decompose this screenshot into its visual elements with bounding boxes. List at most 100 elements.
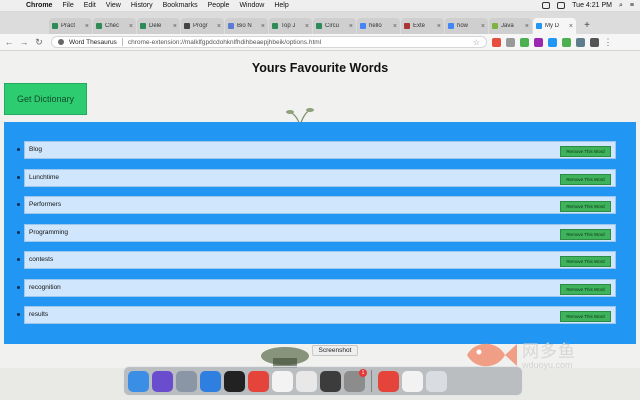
tab-close-icon[interactable]: × bbox=[437, 23, 441, 30]
menu-app-name[interactable]: Chrome bbox=[26, 2, 52, 9]
browser-tab[interactable]: hello × bbox=[357, 18, 400, 34]
extension-icon-2[interactable] bbox=[506, 37, 515, 47]
remove-word-button[interactable]: Remove This Word bbox=[560, 146, 611, 157]
menu-window[interactable]: Window bbox=[239, 2, 264, 9]
sublime-icon[interactable] bbox=[320, 370, 341, 392]
remove-word-button[interactable]: Remove This Word bbox=[560, 283, 611, 295]
tab-favicon-icon bbox=[448, 23, 454, 29]
menu-bookmarks[interactable]: Bookmarks bbox=[163, 2, 198, 9]
tab-title: My D bbox=[545, 23, 559, 29]
notification-badge: 1 bbox=[359, 368, 367, 377]
tab-close-icon[interactable]: × bbox=[525, 23, 529, 30]
site-info-icon[interactable] bbox=[58, 39, 64, 45]
tab-title: Exte bbox=[413, 23, 426, 29]
tab-close-icon[interactable]: × bbox=[217, 23, 221, 30]
tab-title: Chec bbox=[105, 23, 120, 29]
browser-tab[interactable]: My D × bbox=[533, 18, 576, 34]
more-menu-icon[interactable]: ⋮ bbox=[602, 37, 614, 48]
browser-tab[interactable]: Pract × bbox=[49, 18, 92, 34]
tab-favicon-icon bbox=[492, 23, 498, 29]
tab-title: how bbox=[457, 23, 469, 29]
address-bar[interactable]: Word Thesaurus chrome-extension://malklf… bbox=[51, 36, 487, 48]
browser-tab[interactable]: Exte × bbox=[401, 18, 444, 34]
list-item: Lunchtime Remove This Word bbox=[4, 168, 636, 187]
remove-word-button[interactable]: Remove This Word bbox=[560, 228, 611, 240]
word-label: Lunchtime bbox=[29, 173, 59, 181]
word-label: results bbox=[29, 311, 49, 318]
dock-separator bbox=[371, 370, 372, 392]
remove-word-button[interactable]: Remove This Word bbox=[560, 311, 611, 322]
remove-word-button[interactable]: Remove This Word bbox=[560, 256, 611, 267]
finder-icon[interactable] bbox=[128, 370, 149, 392]
menu-edit[interactable]: Edit bbox=[84, 2, 96, 9]
siri-icon[interactable] bbox=[152, 370, 173, 392]
word-row: recognition Remove This Word bbox=[24, 278, 616, 297]
menu-file[interactable]: File bbox=[62, 2, 73, 9]
browser-tab[interactable]: Chec × bbox=[93, 18, 136, 34]
menu-history[interactable]: History bbox=[131, 2, 153, 9]
browser-tab[interactable]: Top J × bbox=[269, 18, 312, 34]
tab-close-icon[interactable]: × bbox=[129, 23, 133, 30]
list-bullet bbox=[17, 203, 20, 206]
extension-icon-6[interactable] bbox=[562, 37, 571, 47]
word-label: Blog bbox=[29, 146, 43, 153]
list-item: Performers Remove This Word bbox=[4, 196, 636, 214]
browser-tab[interactable]: Progr × bbox=[181, 18, 224, 34]
extension-icon-4[interactable] bbox=[534, 37, 543, 47]
browser-tab[interactable]: Circu × bbox=[313, 18, 356, 34]
tab-close-icon[interactable]: × bbox=[173, 23, 177, 30]
tab-close-icon[interactable]: × bbox=[305, 23, 309, 30]
launchpad-icon[interactable] bbox=[176, 370, 197, 392]
extension-icon-7[interactable] bbox=[576, 37, 585, 47]
tab-close-icon[interactable]: × bbox=[349, 23, 353, 30]
trash-icon[interactable] bbox=[426, 370, 447, 392]
remove-word-button[interactable]: Remove This Word bbox=[560, 201, 611, 212]
chrome-icon-2[interactable] bbox=[378, 370, 399, 392]
tab-close-icon[interactable]: × bbox=[261, 23, 265, 30]
safari-icon[interactable] bbox=[200, 370, 221, 392]
list-bullet bbox=[17, 230, 20, 234]
chrome-icon[interactable] bbox=[248, 370, 269, 392]
list-item: results Remove This Word bbox=[4, 306, 636, 324]
tab-close-icon[interactable]: × bbox=[393, 23, 397, 30]
list-bullet bbox=[17, 258, 20, 261]
word-row: Programming Remove This Word bbox=[24, 223, 616, 242]
new-tab-button[interactable]: + bbox=[580, 18, 594, 34]
search-icon[interactable]: ⌕ bbox=[619, 2, 623, 10]
url-text[interactable]: chrome-extension://malklfgpdcdohknlfhdih… bbox=[128, 39, 473, 46]
browser-tab[interactable]: how × bbox=[445, 18, 488, 34]
tab-close-icon[interactable]: × bbox=[85, 23, 89, 30]
profile-avatar-icon[interactable] bbox=[590, 37, 599, 47]
menu-help[interactable]: Help bbox=[274, 2, 288, 9]
control-center-icon[interactable]: ≡ bbox=[630, 2, 634, 9]
browser-tab[interactable]: Java × bbox=[489, 18, 532, 34]
browser-tab[interactable]: Bio N × bbox=[225, 18, 268, 34]
list-item: Blog Remove This Word bbox=[4, 141, 636, 159]
reload-icon[interactable]: ↻ bbox=[33, 37, 45, 48]
menu-people[interactable]: People bbox=[208, 2, 230, 9]
favourite-words-panel: Blog Remove This Word Lunchtime Remove T… bbox=[4, 122, 636, 344]
extension-icon-3[interactable] bbox=[520, 37, 529, 47]
bookmark-star-icon[interactable]: ☆ bbox=[473, 38, 480, 47]
extension-icon-5[interactable] bbox=[548, 37, 557, 47]
tab-close-icon[interactable]: × bbox=[481, 23, 485, 30]
menubar-clock[interactable]: Tue 4:21 PM bbox=[572, 2, 612, 9]
tab-close-icon[interactable]: × bbox=[569, 23, 573, 30]
word-row: Performers Remove This Word bbox=[24, 196, 616, 214]
screenshot-icon[interactable] bbox=[296, 370, 317, 392]
battery-icon[interactable] bbox=[557, 2, 566, 9]
browser-tab[interactable]: Dele × bbox=[137, 18, 180, 34]
system-preferences-icon[interactable]: 1 bbox=[344, 368, 367, 392]
preview-icon[interactable] bbox=[272, 370, 293, 392]
menu-view[interactable]: View bbox=[106, 2, 121, 9]
itunes-icon[interactable] bbox=[402, 370, 423, 392]
get-dictionary-button[interactable]: Get Dictionary bbox=[4, 83, 87, 115]
word-label: Programming bbox=[29, 228, 69, 236]
wifi-icon[interactable] bbox=[542, 2, 551, 9]
terminal-icon[interactable] bbox=[224, 370, 245, 392]
screenshot-tooltip: Screenshot bbox=[312, 345, 358, 356]
extension-icon-1[interactable] bbox=[492, 37, 501, 47]
remove-word-button[interactable]: Remove This Word bbox=[560, 173, 611, 185]
back-icon[interactable]: ← bbox=[3, 37, 15, 47]
forward-icon[interactable]: → bbox=[18, 37, 30, 47]
